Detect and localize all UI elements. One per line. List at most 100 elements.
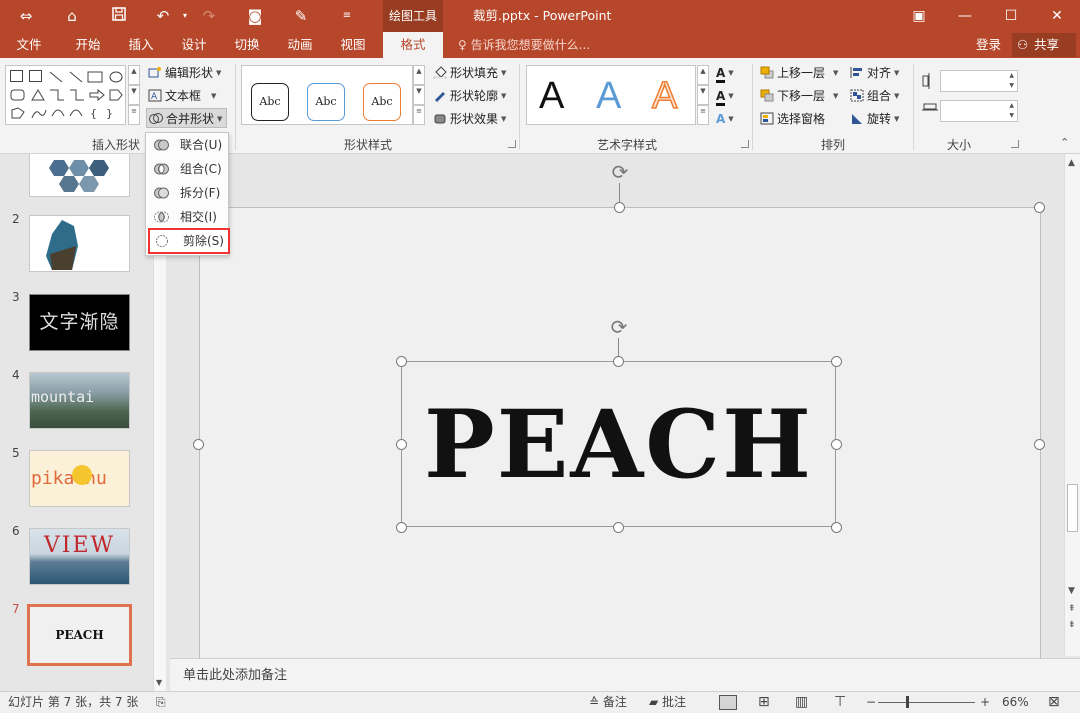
spin-up-icon[interactable]: ▲ [1009,102,1014,109]
zoom-slider-thumb[interactable] [906,696,909,708]
shape-fill-button[interactable]: 形状填充 ▼ [433,63,506,83]
align-button[interactable]: 对齐 ▼ [850,63,899,83]
selection-pane-button[interactable]: 选择窗格 [760,109,825,129]
collapse-ribbon-icon[interactable]: ⌃ [1060,136,1069,149]
scroll-down-icon[interactable]: ▼ [156,678,162,687]
resize-handle[interactable] [396,356,407,367]
comments-button[interactable]: ▰ 批注 [649,692,686,713]
tab-transitions[interactable]: 切换 [221,32,273,58]
tab-animations[interactable]: 动画 [274,32,326,58]
text-outline-button[interactable]: A ▼ [716,86,734,106]
rotate-handle-icon[interactable]: ⟳ [609,161,631,183]
bring-forward-button[interactable]: 上移一层 ▼ [760,63,838,83]
resize-handle[interactable] [1034,439,1045,450]
tab-home[interactable]: 开始 [62,32,114,58]
share-button[interactable]: ⚇ 共享 [1012,33,1076,57]
dialog-launcher-icon[interactable] [1011,140,1019,148]
undo-dropdown-icon[interactable]: ▾ [174,6,196,26]
merge-shapes-button[interactable]: 合并形状 ▼ [146,108,228,128]
tell-me-search[interactable]: ♀ 告诉我您想要做什么... [458,32,590,58]
save-icon[interactable] [108,6,130,26]
zoom-slider[interactable] [878,702,975,703]
resize-handle[interactable] [831,439,842,450]
canvas-scrollbar[interactable]: ▲ ▼ ⇞ ⇟ [1064,154,1080,656]
resize-handle[interactable] [831,356,842,367]
scroll-up-icon[interactable]: ▲ [1068,158,1075,168]
spin-down-icon[interactable]: ▼ [1009,82,1014,89]
send-backward-button[interactable]: 下移一层 ▼ [760,86,838,106]
menu-item-fragment[interactable]: 拆分(F) [147,181,229,205]
slide-thumbnail-2[interactable] [29,215,130,272]
resize-handle[interactable] [831,522,842,533]
rotate-button[interactable]: 旋转 ▼ [850,109,899,129]
zoom-out-icon[interactable]: − [866,692,876,713]
gallery-up-icon[interactable]: ▲ [413,65,425,85]
rotate-handle-icon[interactable]: ⟳ [608,316,630,338]
shapes-gallery[interactable]: {} [5,65,126,125]
spin-up-icon[interactable]: ▲ [1009,72,1014,79]
text-box-button[interactable]: A 文本框 ▼ [148,86,216,106]
notes-placeholder[interactable]: 单击此处添加备注 [183,659,287,692]
maximize-icon[interactable]: ☐ [988,0,1034,32]
reading-view-icon[interactable]: ▥ [795,692,808,713]
menu-item-union[interactable]: 联合(U) [147,133,229,157]
shape-height-input[interactable]: ▲ ▼ [940,70,1018,92]
resize-handle[interactable] [613,356,624,367]
slide-sorter-icon[interactable]: ⊞ [758,692,770,713]
wordart-sample-1[interactable]: A [539,76,564,116]
menu-item-subtract[interactable]: 剪除(S) [148,228,230,254]
tab-file[interactable]: 文件 [4,32,54,58]
shape-style-sample-2[interactable]: Abc [307,83,345,121]
gallery-up-icon[interactable]: ▲ [697,65,709,85]
gallery-more-icon[interactable]: ≡ [128,105,140,125]
menu-item-intersect[interactable]: 相交(I) [147,205,229,229]
gallery-down-icon[interactable]: ▼ [128,85,140,105]
wordart-sample-2[interactable]: A [596,76,621,116]
slide-thumbnail-3[interactable]: 文字渐隐 [29,294,130,351]
tab-design[interactable]: 设计 [168,32,220,58]
scroll-thumb[interactable] [1067,484,1078,532]
slideshow-view-icon[interactable]: ⊤ [834,692,846,713]
shape-outline-button[interactable]: 形状轮廓 ▼ [433,86,506,106]
redo-icon[interactable]: ↷ [198,6,220,26]
resize-handle[interactable] [396,522,407,533]
presenter-icon[interactable]: ⌂ [61,6,83,26]
gallery-more-icon[interactable]: ≡ [413,105,425,125]
normal-view-icon[interactable] [719,695,737,710]
slide-thumbnail-6[interactable]: VIEW [29,528,130,585]
dialog-launcher-icon[interactable] [508,140,516,148]
gallery-up-icon[interactable]: ▲ [128,65,140,85]
slide-thumbnail-5[interactable]: pikachu [29,450,130,507]
slide-thumbnail-1[interactable] [29,154,130,197]
fit-to-window-icon[interactable]: ⊠ [1048,692,1060,713]
group-button[interactable]: 组合 ▼ [850,86,899,106]
resize-handle[interactable] [1034,202,1045,213]
minimize-icon[interactable]: — [942,0,988,32]
wordart-sample-3[interactable]: A [651,75,678,117]
menu-item-combine[interactable]: 组合(C) [147,157,229,181]
pen-icon[interactable]: ✎ [290,6,312,26]
wordart-styles-gallery[interactable]: A A A [526,65,696,125]
edit-shape-button[interactable]: 编辑形状 ▼ [148,63,221,83]
text-fill-button[interactable]: A ▼ [716,63,734,83]
dialog-launcher-icon[interactable] [741,140,749,148]
notes-pane[interactable]: 单击此处添加备注 [170,658,1080,691]
customize-qa-icon[interactable]: ≡ [336,6,358,26]
resize-handle[interactable] [614,202,625,213]
slide-thumbnail-4[interactable]: mountai [29,372,130,429]
vertical-textbox-shape-icon[interactable] [29,70,42,82]
resize-handle[interactable] [396,439,407,450]
freeform-shapes-icon[interactable]: {} [10,106,124,120]
previous-slide-icon[interactable]: ⇞ [1068,604,1076,614]
line-shapes-icon[interactable] [48,70,124,84]
textbox-shape-icon[interactable] [10,70,23,82]
undo-icon[interactable]: ↶ [152,6,174,26]
tab-insert[interactable]: 插入 [115,32,167,58]
ribbon-display-icon[interactable]: ▣ [896,0,942,32]
peach-text-box[interactable]: PEACH [401,361,836,527]
touch-mode-icon[interactable]: ⇔ [15,6,37,26]
shape-style-sample-3[interactable]: Abc [363,83,401,121]
spell-check-icon[interactable]: ⎘ [156,692,166,713]
text-effects-button[interactable]: A ▼ [716,109,734,129]
tab-format[interactable]: 格式 [383,32,443,58]
